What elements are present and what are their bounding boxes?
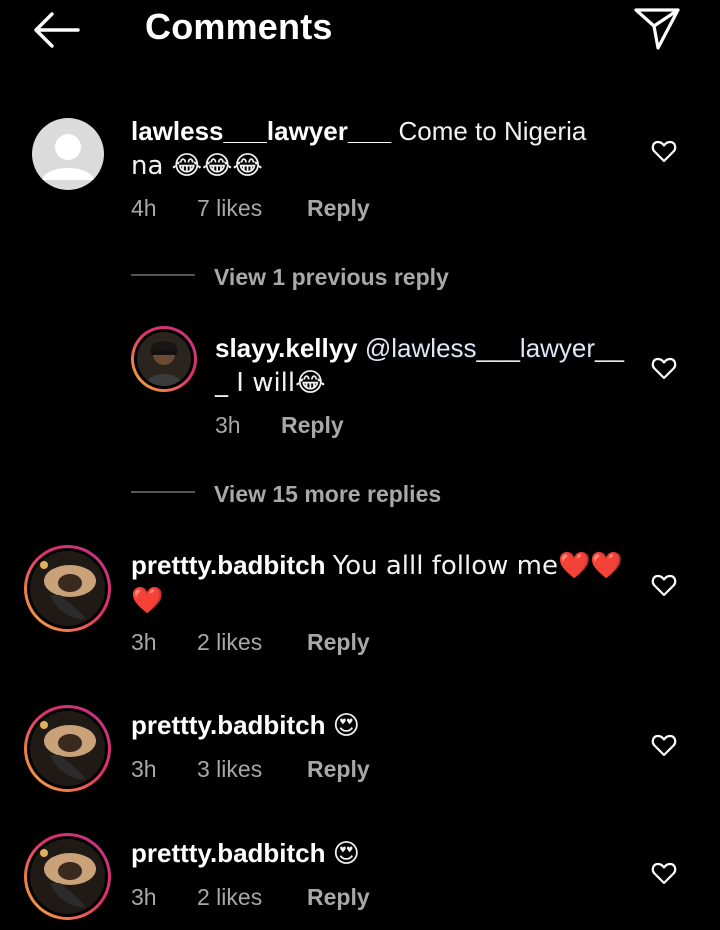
comment-time: 3h bbox=[215, 412, 241, 438]
thread-line bbox=[131, 491, 195, 493]
comment-username[interactable]: lawless___lawyer___ bbox=[131, 116, 391, 146]
reply-button[interactable]: Reply bbox=[281, 412, 344, 439]
comment-body-line2: _ I will😂 bbox=[215, 368, 326, 398]
heart-outline-icon[interactable] bbox=[651, 356, 677, 380]
comment-body-line2: na 😂😂😂 bbox=[131, 151, 263, 181]
thread-line bbox=[131, 274, 195, 276]
comment-meta: 3h Reply bbox=[215, 412, 344, 439]
comment-likes[interactable]: 2 likes bbox=[197, 884, 307, 911]
comment-text: prettty.badbitch 😍 bbox=[131, 708, 631, 743]
reply-button[interactable]: Reply bbox=[307, 629, 370, 656]
top-bar: Comments bbox=[0, 0, 720, 58]
comment-meta: 3h 2 likes Reply bbox=[131, 629, 370, 656]
profile-photo bbox=[137, 332, 191, 386]
comment-body: 😍 bbox=[332, 839, 360, 869]
comment-username[interactable]: prettty.badbitch bbox=[131, 838, 326, 868]
reply-button[interactable]: Reply bbox=[307, 756, 370, 783]
share-paper-plane-icon[interactable] bbox=[632, 4, 682, 52]
profile-photo bbox=[30, 839, 105, 914]
comment-username[interactable]: prettty.badbitch bbox=[131, 710, 326, 740]
comment-mention[interactable]: @lawless___lawyer__ bbox=[365, 333, 624, 363]
avatar[interactable] bbox=[24, 833, 111, 920]
comment-likes[interactable]: 3 likes bbox=[197, 756, 307, 783]
comment-meta: 4h 7 likes Reply bbox=[131, 195, 370, 222]
comment-text: lawless___lawyer___ Come to Nigeria na 😂… bbox=[131, 114, 611, 183]
comment-text: prettty.badbitch 😍 bbox=[131, 836, 631, 871]
comment-username[interactable]: prettty.badbitch bbox=[131, 550, 326, 580]
comment-time: 3h bbox=[131, 884, 157, 910]
view-previous-reply-button[interactable]: View 1 previous reply bbox=[214, 264, 449, 291]
heart-outline-icon[interactable] bbox=[651, 139, 677, 163]
profile-photo bbox=[30, 711, 105, 786]
comment-body: 😍 bbox=[332, 711, 360, 741]
reply-button[interactable]: Reply bbox=[307, 195, 370, 222]
view-more-replies-button[interactable]: View 15 more replies bbox=[214, 481, 441, 508]
heart-outline-icon[interactable] bbox=[651, 573, 677, 597]
comment-text: slayy.kellyy @lawless___lawyer__ _ I wil… bbox=[215, 331, 635, 400]
page-title: Comments bbox=[145, 6, 333, 47]
comment-time: 4h bbox=[131, 195, 157, 221]
comment-text: prettty.badbitch You alll follow me❤️❤️ … bbox=[131, 548, 631, 618]
comment-body: You alll follow me❤️❤️ bbox=[332, 551, 623, 581]
profile-photo bbox=[30, 551, 105, 626]
comment-meta: 3h 3 likes Reply bbox=[131, 756, 370, 783]
back-arrow-icon[interactable] bbox=[30, 8, 82, 52]
heart-outline-icon[interactable] bbox=[651, 861, 677, 885]
avatar[interactable] bbox=[131, 326, 197, 392]
avatar[interactable] bbox=[24, 705, 111, 792]
comment-body: Come to Nigeria bbox=[398, 116, 587, 146]
comment-username[interactable]: slayy.kellyy bbox=[215, 333, 358, 363]
comment-likes[interactable]: 7 likes bbox=[197, 195, 307, 222]
comment-time: 3h bbox=[131, 629, 157, 655]
comment-time: 3h bbox=[131, 756, 157, 782]
avatar[interactable] bbox=[24, 545, 111, 632]
avatar[interactable] bbox=[32, 118, 104, 190]
reply-button[interactable]: Reply bbox=[307, 884, 370, 911]
comment-likes[interactable]: 2 likes bbox=[197, 629, 307, 656]
comment-body-line2: ❤️ bbox=[131, 586, 164, 616]
comment-meta: 3h 2 likes Reply bbox=[131, 884, 370, 911]
heart-outline-icon[interactable] bbox=[651, 733, 677, 757]
default-user-icon bbox=[42, 134, 94, 180]
